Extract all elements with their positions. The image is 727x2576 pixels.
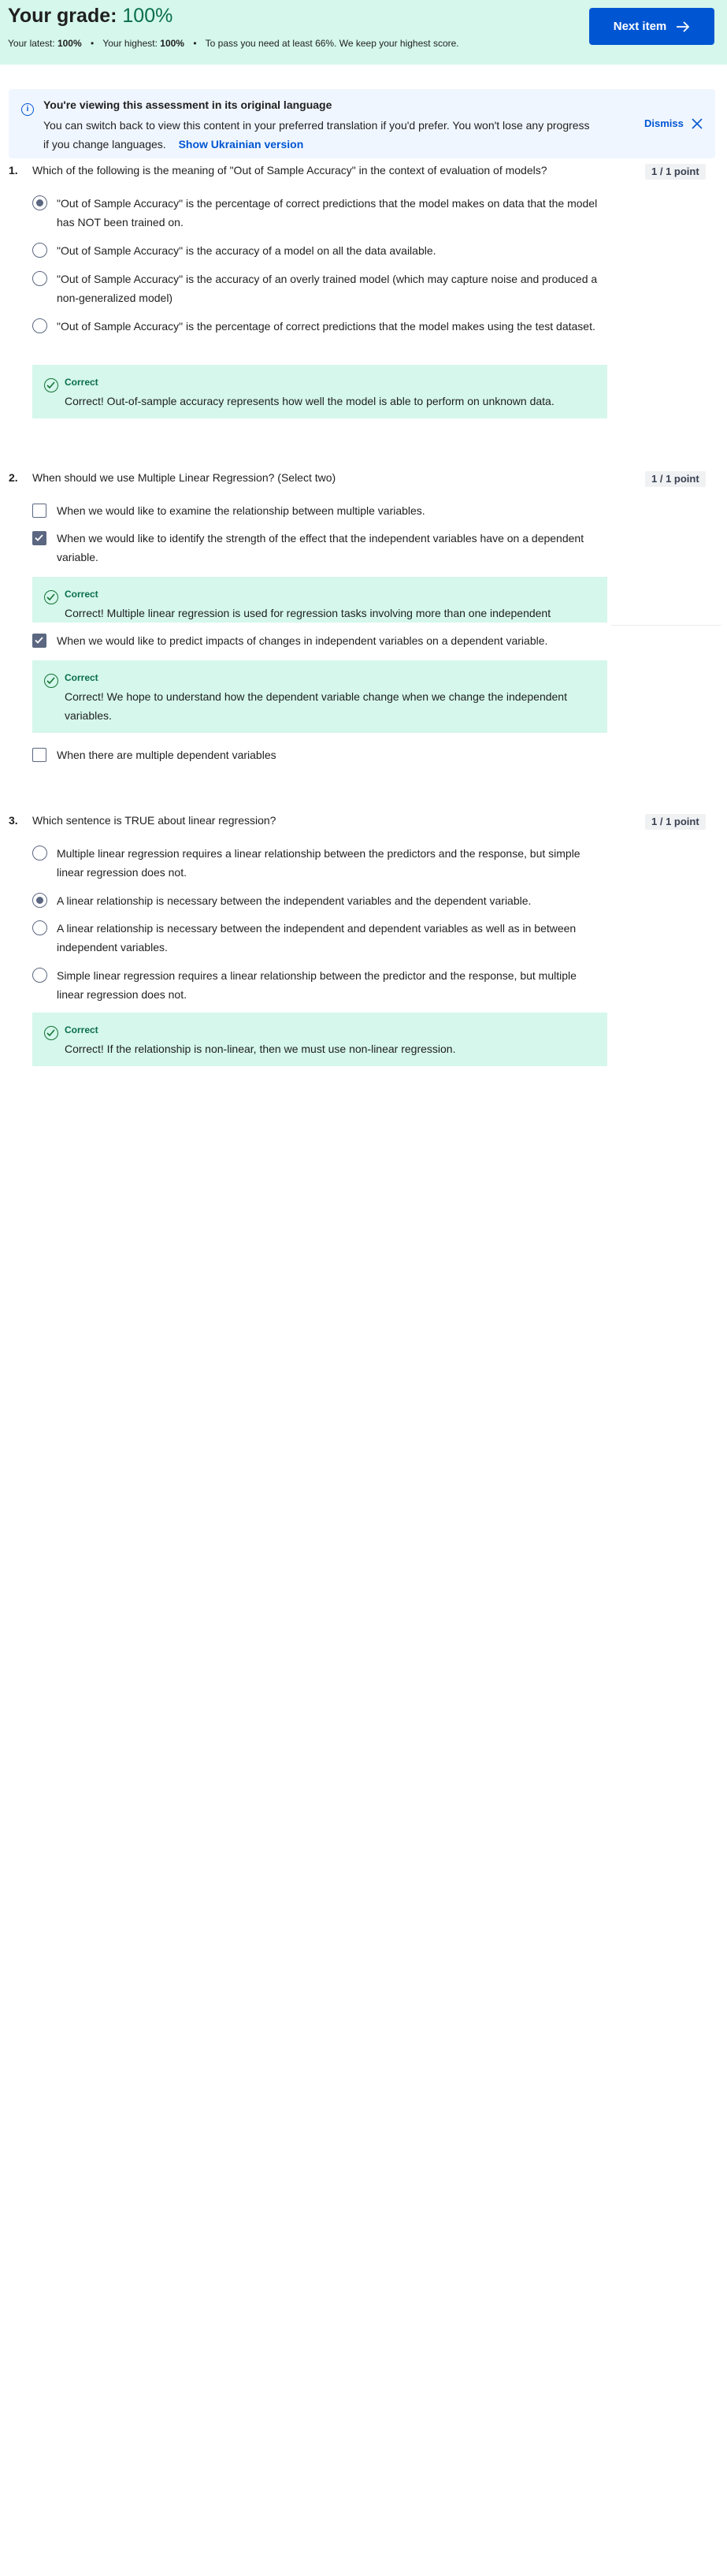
option-text: "Out of Sample Accuracy" is the accuracy… <box>57 244 436 257</box>
feedback-text: Correct! Multiple linear regression is u… <box>65 607 551 619</box>
question-text: When should we use Multiple Linear Regre… <box>32 471 336 484</box>
close-icon <box>692 117 703 129</box>
language-notice: i You're viewing this assessment in its … <box>9 89 715 158</box>
next-item-button[interactable]: Next item <box>589 8 714 45</box>
next-item-label: Next item <box>613 20 667 33</box>
question-number: 1. <box>9 164 18 177</box>
feedback-panel: Correct Correct! If the relationship is … <box>32 1013 607 1066</box>
separator-dot: • <box>91 38 95 49</box>
answer-option[interactable]: When we would like to examine the relati… <box>32 501 599 520</box>
points-badge: 1 / 1 point <box>645 164 706 180</box>
option-text: "Out of Sample Accuracy" is the percenta… <box>57 197 598 229</box>
grade-title: Your grade: 100% <box>8 5 172 28</box>
question-number: 2. <box>9 471 18 484</box>
question-number: 3. <box>9 814 18 827</box>
notice-heading: You're viewing this assessment in its or… <box>43 99 332 111</box>
feedback-panel: Correct Correct! Out-of-sample accuracy … <box>32 365 607 418</box>
radio-unselected[interactable] <box>32 243 47 258</box>
answer-option[interactable]: Multiple linear regression requires a li… <box>32 844 599 882</box>
separator-dot: • <box>193 38 197 49</box>
show-translation-link[interactable]: Show Ukrainian version <box>179 138 304 151</box>
radio-unselected[interactable] <box>32 968 47 983</box>
answer-option[interactable]: "Out of Sample Accuracy" is the accuracy… <box>32 269 599 307</box>
option-text: When we would like to predict impacts of… <box>57 634 548 647</box>
answer-option[interactable]: A linear relationship is necessary betwe… <box>32 919 599 957</box>
checkmark-icon <box>35 637 43 644</box>
notice-body: You can switch back to view this content… <box>43 116 595 154</box>
answer-option[interactable]: When there are multiple dependent variab… <box>32 745 599 764</box>
feedback-panel: Correct Correct! We hope to understand h… <box>32 660 607 733</box>
option-text: A linear relationship is necessary betwe… <box>57 922 577 953</box>
pass-note: To pass you need at least 66%. We keep y… <box>205 38 459 49</box>
feedback-label: Correct <box>65 1024 98 1035</box>
latest-value: 100% <box>57 38 82 49</box>
question-text: Which sentence is TRUE about linear regr… <box>32 814 276 827</box>
radio-unselected[interactable] <box>32 920 47 935</box>
option-text: A linear relationship is necessary betwe… <box>57 894 532 907</box>
option-text: When we would like to examine the relati… <box>57 504 425 517</box>
answer-option[interactable]: A linear relationship is necessary betwe… <box>32 891 599 910</box>
feedback-panel: Correct Correct! Multiple linear regress… <box>32 577 607 623</box>
option-text: "Out of Sample Accuracy" is the accuracy… <box>57 273 598 304</box>
answer-option[interactable]: "Out of Sample Accuracy" is the percenta… <box>32 317 599 355</box>
grade-banner: Your grade: 100% Your latest: 100% • You… <box>0 0 727 65</box>
option-text: "Out of Sample Accuracy" is the percenta… <box>57 320 595 333</box>
radio-selected[interactable] <box>32 893 47 908</box>
check-circle-icon <box>44 674 58 688</box>
checkmark-icon <box>35 534 43 541</box>
notice-text: You can switch back to view this content… <box>43 119 590 151</box>
checkbox-unchecked[interactable] <box>32 504 46 518</box>
checkbox-checked[interactable] <box>32 531 46 545</box>
highest-value: 100% <box>160 38 184 49</box>
feedback-text: Correct! If the relationship is non-line… <box>65 1043 456 1055</box>
question-text: Which of the following is the meaning of… <box>32 164 547 177</box>
dismiss-button[interactable]: Dismiss <box>644 117 703 129</box>
feedback-label: Correct <box>65 377 98 388</box>
check-circle-icon <box>44 590 58 604</box>
check-circle-icon <box>44 1026 58 1040</box>
highest-label: Your highest: <box>102 38 158 49</box>
radio-unselected[interactable] <box>32 318 47 333</box>
radio-unselected[interactable] <box>32 846 47 861</box>
checkbox-checked[interactable] <box>32 634 46 648</box>
points-badge: 1 / 1 point <box>645 814 706 830</box>
check-circle-icon <box>44 378 58 392</box>
answer-option[interactable]: "Out of Sample Accuracy" is the accuracy… <box>32 241 599 260</box>
dismiss-label: Dismiss <box>644 117 684 129</box>
option-text: Multiple linear regression requires a li… <box>57 847 580 879</box>
radio-selected[interactable] <box>32 195 47 210</box>
option-text: Simple linear regression requires a line… <box>57 969 577 1001</box>
arrow-right-icon <box>677 20 690 32</box>
info-icon: i <box>21 103 34 116</box>
answer-option[interactable]: Simple linear regression requires a line… <box>32 966 599 1004</box>
answer-option[interactable]: When we would like to identify the stren… <box>32 529 599 567</box>
feedback-text: Correct! We hope to understand how the d… <box>65 690 567 722</box>
radio-unselected[interactable] <box>32 271 47 286</box>
feedback-text: Correct! Out-of-sample accuracy represen… <box>65 395 555 407</box>
grade-meta: Your latest: 100% • Your highest: 100% •… <box>8 38 459 49</box>
answer-option[interactable]: When we would like to predict impacts of… <box>32 631 599 650</box>
latest-label: Your latest: <box>8 38 55 49</box>
feedback-label: Correct <box>65 672 98 683</box>
answer-option[interactable]: "Out of Sample Accuracy" is the percenta… <box>32 194 599 232</box>
feedback-label: Correct <box>65 589 98 600</box>
option-text: When there are multiple dependent variab… <box>57 749 276 761</box>
points-badge: 1 / 1 point <box>645 471 706 487</box>
grade-label: Your grade: <box>8 5 117 27</box>
divider <box>611 625 721 626</box>
option-text: When we would like to identify the stren… <box>57 532 584 563</box>
checkbox-unchecked[interactable] <box>32 748 46 762</box>
grade-value: 100% <box>122 5 173 27</box>
